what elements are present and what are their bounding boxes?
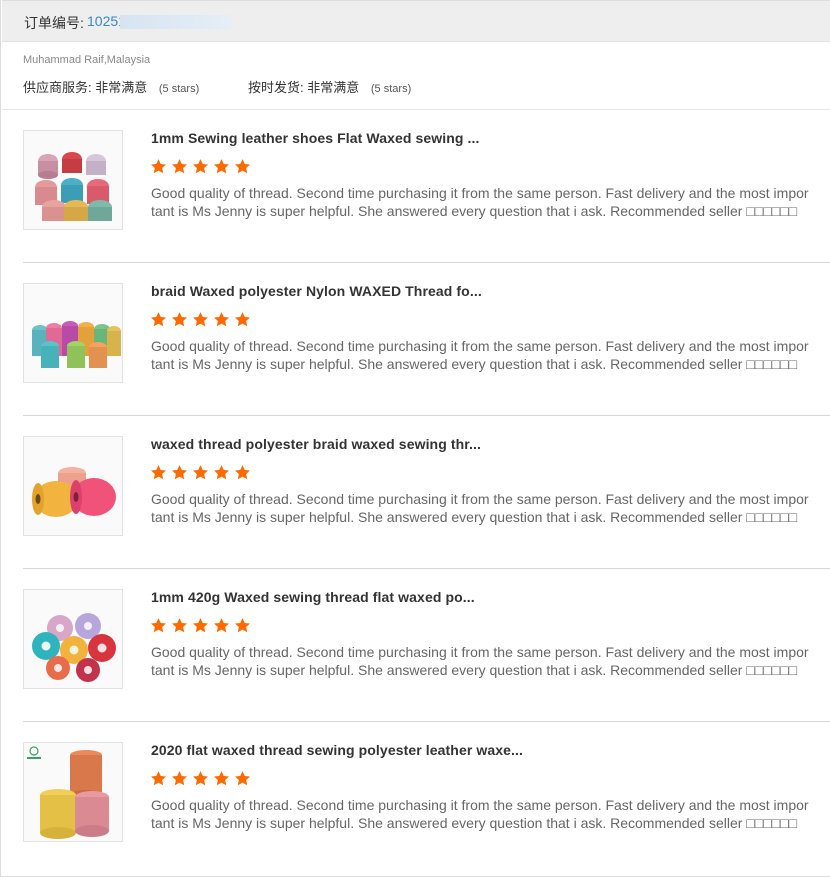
rating-stars-text: (5 stars)	[158, 83, 200, 95]
star-icon	[234, 159, 251, 174]
review-text: Good quality of thread. Second time purc…	[151, 797, 809, 831]
product-review: 1mm Sewing leather shoes Flat Waxed sewi…	[23, 110, 830, 263]
star-icon	[234, 618, 251, 633]
review-star-rating	[150, 158, 251, 175]
product-thumbnail[interactable]	[23, 589, 123, 689]
star-icon	[213, 618, 230, 633]
review-star-rating	[150, 617, 251, 634]
star-icon	[171, 312, 188, 327]
product-thumbnail[interactable]	[23, 283, 123, 383]
star-icon	[171, 159, 188, 174]
review-text: Good quality of thread. Second time purc…	[151, 644, 809, 678]
star-icon	[192, 159, 209, 174]
star-icon	[192, 771, 209, 786]
review-star-rating	[150, 770, 251, 787]
rating-label: 按时发货:	[248, 80, 304, 95]
product-thumbnail[interactable]	[23, 436, 123, 536]
order-number-label: 订单编号:	[24, 15, 84, 31]
product-thumbnail[interactable]	[23, 742, 123, 842]
product-review: 1mm 420g Waxed sewing thread flat waxed …	[23, 569, 830, 722]
review-star-rating	[150, 311, 251, 328]
star-icon	[192, 465, 209, 480]
star-icon	[150, 771, 167, 786]
rating-value: 非常满意	[95, 80, 148, 95]
rating-stars-text: (5 stars)	[370, 83, 412, 95]
product-title-link[interactable]: waxed thread polyester braid waxed sewin…	[151, 436, 481, 452]
rating-label: 供应商服务:	[23, 80, 92, 95]
product-review: braid Waxed polyester Nylon WAXED Thread…	[23, 263, 830, 416]
review-text: Good quality of thread. Second time purc…	[151, 185, 809, 219]
review-text: Good quality of thread. Second time purc…	[151, 491, 809, 525]
star-icon	[234, 465, 251, 480]
product-thumbnail[interactable]	[23, 130, 123, 230]
review-text: Good quality of thread. Second time purc…	[151, 338, 809, 372]
star-icon	[171, 618, 188, 633]
star-icon	[192, 312, 209, 327]
review-panel: 订单编号: 10251 Muhammad Raif,Malaysia 供应商服务…	[0, 0, 830, 877]
star-icon	[192, 618, 209, 633]
star-icon	[213, 312, 230, 327]
star-icon	[150, 618, 167, 633]
star-icon	[150, 159, 167, 174]
star-icon	[213, 771, 230, 786]
rating-value: 非常满意	[307, 80, 360, 95]
star-icon	[234, 312, 251, 327]
star-icon	[213, 465, 230, 480]
star-icon	[234, 771, 251, 786]
review-star-rating	[150, 464, 251, 481]
star-icon	[213, 159, 230, 174]
star-icon	[171, 465, 188, 480]
product-title-link[interactable]: 1mm Sewing leather shoes Flat Waxed sewi…	[151, 130, 480, 146]
order-header: 订单编号: 10251	[2, 0, 830, 42]
product-title-link[interactable]: 2020 flat waxed thread sewing polyester …	[151, 742, 523, 758]
buyer-feedback-summary: Muhammad Raif,Malaysia 供应商服务: 非常满意 (5 st…	[2, 43, 830, 110]
order-number-redaction	[120, 15, 232, 29]
buyer-name: Muhammad Raif,Malaysia	[23, 54, 151, 66]
product-review: 2020 flat waxed thread sewing polyester …	[23, 722, 830, 875]
star-icon	[150, 312, 167, 327]
product-title-link[interactable]: 1mm 420g Waxed sewing thread flat waxed …	[151, 589, 475, 605]
product-review: waxed thread polyester braid waxed sewin…	[23, 416, 830, 569]
product-title-link[interactable]: braid Waxed polyester Nylon WAXED Thread…	[151, 283, 482, 299]
star-icon	[150, 465, 167, 480]
star-icon	[171, 771, 188, 786]
on-time-shipping-rating: 按时发货: 非常满意 (5 stars)	[248, 77, 411, 96]
supplier-service-rating: 供应商服务: 非常满意 (5 stars)	[23, 77, 199, 96]
